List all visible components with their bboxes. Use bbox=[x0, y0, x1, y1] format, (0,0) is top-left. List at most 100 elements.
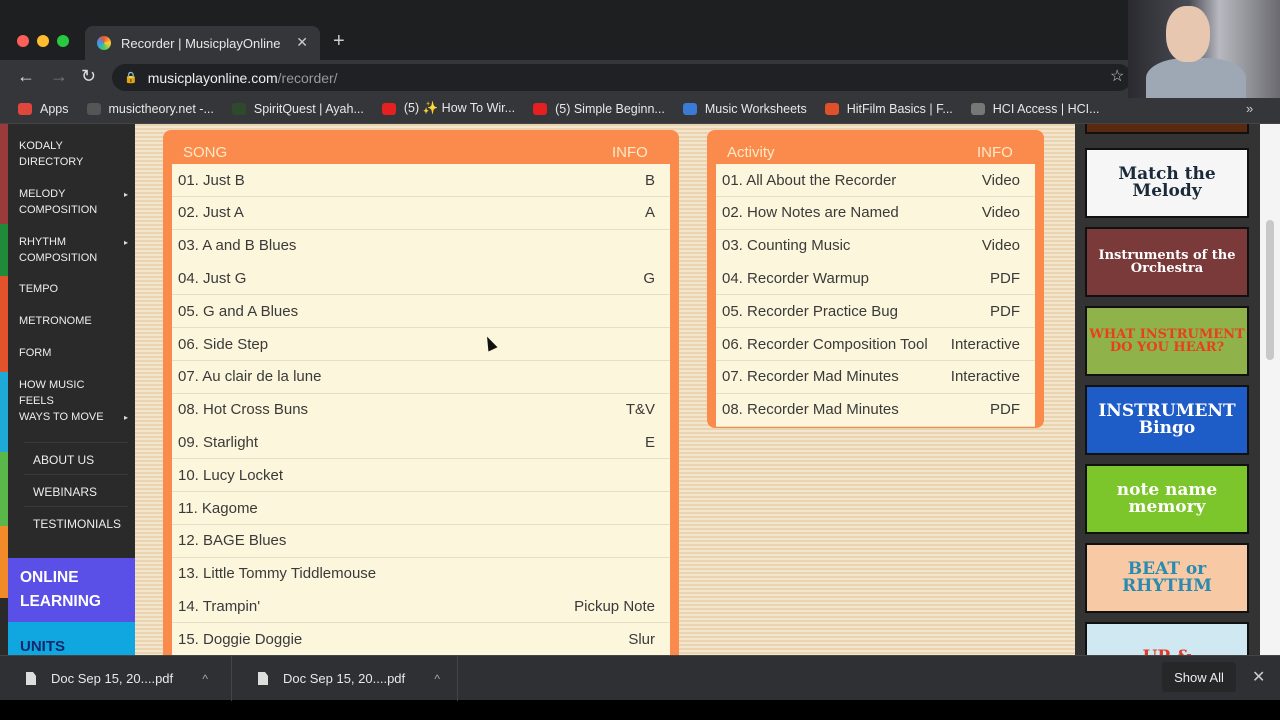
row-title[interactable]: 04. Recorder Warmup bbox=[722, 270, 869, 287]
bookmark-item[interactable]: musictheory.net -... bbox=[86, 102, 214, 116]
row-title[interactable]: 11. Kagome bbox=[178, 500, 258, 517]
row-info[interactable]: Video bbox=[982, 172, 1020, 189]
sidebar-item[interactable]: HOW MUSIC FEELS bbox=[19, 377, 119, 409]
row-info[interactable]: Video bbox=[982, 237, 1020, 254]
table-row[interactable]: 13. Little Tommy Tiddlemouse bbox=[172, 557, 670, 591]
bookmark-star-icon[interactable]: ☆ bbox=[1110, 66, 1124, 86]
table-row[interactable]: 15. Doggie Doggie Slur bbox=[172, 623, 670, 655]
table-row[interactable]: 06. Recorder Composition Tool Interactive bbox=[716, 328, 1035, 361]
chevron-up-icon[interactable]: ^ bbox=[425, 672, 449, 686]
table-row[interactable]: 01. All About the Recorder Video bbox=[716, 164, 1035, 197]
table-row[interactable]: 07. Au clair de la lune bbox=[172, 360, 670, 394]
sidebar-item[interactable]: RHYTHM COMPOSITION bbox=[19, 234, 119, 266]
row-title[interactable]: 03. A and B Blues bbox=[178, 237, 296, 254]
row-title[interactable]: 14. Trampin' bbox=[178, 598, 260, 615]
row-info[interactable]: T&V bbox=[626, 401, 655, 418]
sidebar-sub-item[interactable]: ABOUT US bbox=[33, 453, 94, 467]
row-title[interactable]: 01. Just B bbox=[178, 172, 245, 189]
game-banner[interactable]: Match the Melody bbox=[1085, 148, 1249, 218]
game-banner[interactable]: BEAT or RHYTHM bbox=[1085, 543, 1249, 613]
sidebar-sub-item[interactable]: WEBINARS bbox=[33, 485, 97, 499]
bookmark-item[interactable]: (5) Simple Beginn... bbox=[533, 102, 665, 116]
bookmark-item[interactable]: (5) ✨ How To Wir... bbox=[381, 101, 515, 116]
game-banner[interactable]: UP & bbox=[1085, 622, 1249, 655]
row-info[interactable]: PDF bbox=[990, 303, 1020, 320]
row-title[interactable]: 08. Hot Cross Buns bbox=[178, 401, 308, 418]
chevron-up-icon[interactable]: ^ bbox=[193, 672, 217, 686]
table-row[interactable]: 01. Just B B bbox=[172, 164, 670, 197]
table-row[interactable]: 03. Counting Music Video bbox=[716, 229, 1035, 263]
table-row[interactable]: 14. Trampin' Pickup Note bbox=[172, 590, 670, 624]
row-title[interactable]: 02. Just A bbox=[178, 204, 244, 221]
sidebar-item[interactable]: TEMPO bbox=[19, 281, 119, 297]
scrollbar-thumb[interactable] bbox=[1266, 220, 1274, 360]
bookmark-item[interactable]: Apps bbox=[18, 102, 69, 116]
units-link[interactable]: UNITS bbox=[8, 622, 135, 655]
row-info[interactable]: B bbox=[645, 172, 655, 189]
row-title[interactable]: 06. Side Step bbox=[178, 336, 268, 353]
row-info[interactable]: Slur bbox=[628, 631, 655, 648]
row-title[interactable]: 05. Recorder Practice Bug bbox=[722, 303, 898, 320]
table-row[interactable]: 12. BAGE Blues bbox=[172, 524, 670, 558]
bookmark-item[interactable]: HCI Access | HCI... bbox=[970, 102, 1100, 116]
row-title[interactable]: 08. Recorder Mad Minutes bbox=[722, 401, 899, 418]
row-title[interactable]: 05. G and A Blues bbox=[178, 303, 298, 320]
address-bar[interactable]: 🔒 musicplayonline.com/recorder/ bbox=[112, 64, 1132, 91]
sidebar-item[interactable]: METRONOME bbox=[19, 313, 119, 329]
row-title[interactable]: 07. Recorder Mad Minutes bbox=[722, 368, 899, 385]
sidebar-sub-item[interactable]: TESTIMONIALS bbox=[33, 517, 121, 531]
table-row[interactable]: 02. Just A A bbox=[172, 196, 670, 230]
sidebar-item[interactable]: FORM bbox=[19, 345, 119, 361]
table-row[interactable]: 08. Recorder Mad Minutes PDF bbox=[716, 393, 1035, 427]
bookmark-item[interactable]: Music Worksheets bbox=[682, 102, 807, 116]
back-button[interactable]: ← bbox=[17, 66, 35, 87]
game-banner[interactable]: INSTRUMENT Bingo bbox=[1085, 385, 1249, 455]
row-title[interactable]: 06. Recorder Composition Tool bbox=[722, 336, 928, 353]
row-title[interactable]: 07. Au clair de la lune bbox=[178, 368, 321, 385]
table-row[interactable]: 03. A and B Blues bbox=[172, 229, 670, 263]
row-info[interactable]: Interactive bbox=[951, 368, 1020, 385]
row-info[interactable]: Interactive bbox=[951, 336, 1020, 353]
sidebar-item[interactable]: MELODY COMPOSITION bbox=[19, 186, 119, 218]
row-info[interactable]: Pickup Note bbox=[574, 598, 655, 615]
table-row[interactable]: 05. Recorder Practice Bug PDF bbox=[716, 295, 1035, 329]
page-scrollbar[interactable] bbox=[1260, 124, 1280, 655]
row-title[interactable]: 04. Just G bbox=[178, 270, 246, 287]
minimize-window-button[interactable] bbox=[37, 35, 49, 47]
bookmark-item[interactable]: HitFilm Basics | F... bbox=[824, 102, 953, 116]
sidebar-item[interactable]: WAYS TO MOVE bbox=[19, 409, 119, 425]
row-title[interactable]: 13. Little Tommy Tiddlemouse bbox=[178, 565, 376, 582]
maximize-window-button[interactable] bbox=[57, 35, 69, 47]
table-row[interactable]: 06. Side Step bbox=[172, 328, 670, 361]
close-downloads-icon[interactable]: ✕ bbox=[1252, 667, 1265, 687]
row-info[interactable]: Video bbox=[982, 204, 1020, 221]
row-title[interactable]: 15. Doggie Doggie bbox=[178, 631, 302, 648]
row-info[interactable]: A bbox=[645, 204, 655, 221]
show-all-downloads-button[interactable]: Show All bbox=[1162, 662, 1236, 692]
table-row[interactable]: 11. Kagome bbox=[172, 492, 670, 525]
row-title[interactable]: 03. Counting Music bbox=[722, 237, 850, 254]
game-banner[interactable]: Instruments of the Orchestra bbox=[1085, 227, 1249, 297]
more-bookmarks-icon[interactable]: » bbox=[1246, 101, 1253, 116]
forward-button[interactable]: → bbox=[50, 66, 68, 87]
row-title[interactable]: 02. How Notes are Named bbox=[722, 204, 899, 221]
sidebar-item[interactable]: KODALY DIRECTORY bbox=[19, 138, 119, 170]
row-title[interactable]: 09. Starlight bbox=[178, 434, 258, 451]
reload-button[interactable]: ↻ bbox=[81, 66, 96, 87]
table-row[interactable]: 04. Just G G bbox=[172, 262, 670, 296]
game-banner[interactable]: WHAT INSTRUMENT DO YOU HEAR? bbox=[1085, 306, 1249, 376]
close-window-button[interactable] bbox=[17, 35, 29, 47]
row-info[interactable]: G bbox=[643, 270, 655, 287]
table-row[interactable]: 10. Lucy Locket bbox=[172, 459, 670, 493]
table-row[interactable]: 09. Starlight E bbox=[172, 426, 670, 460]
row-title[interactable]: 12. BAGE Blues bbox=[178, 532, 286, 549]
row-info[interactable]: E bbox=[645, 434, 655, 451]
table-row[interactable]: 02. How Notes are Named Video bbox=[716, 196, 1035, 230]
game-banner[interactable]: note name memory bbox=[1085, 464, 1249, 534]
row-info[interactable]: PDF bbox=[990, 401, 1020, 418]
table-row[interactable]: 04. Recorder Warmup PDF bbox=[716, 262, 1035, 296]
table-row[interactable]: 07. Recorder Mad Minutes Interactive bbox=[716, 360, 1035, 394]
bookmark-item[interactable]: SpiritQuest | Ayah... bbox=[231, 102, 364, 116]
download-item[interactable]: Doc Sep 15, 20....pdf ^ bbox=[0, 656, 232, 701]
close-tab-icon[interactable]: ✕ bbox=[296, 34, 308, 51]
